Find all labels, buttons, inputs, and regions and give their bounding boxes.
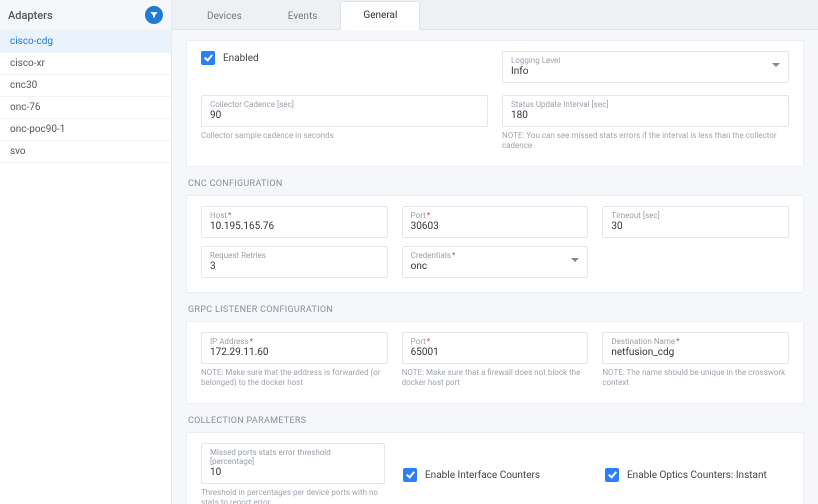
grpc-dest-note: NOTE: The name should be unique in the c… (602, 368, 789, 389)
grpc-row: IP Address 172.29.11.60 NOTE: Make sure … (201, 332, 789, 389)
enabled-row: Enabled Logging Level Info (201, 51, 789, 83)
cnc-timeout-label: Timeout [sec] (611, 211, 780, 220)
enabled-checkbox[interactable] (201, 51, 215, 65)
status-interval-label: Status Update Interval [sec] (511, 100, 780, 109)
tab-devices[interactable]: Devices (184, 2, 265, 30)
threshold-label: Missed ports stats error threshold [perc… (210, 448, 376, 466)
status-interval-field[interactable]: Status Update Interval [sec] 180 (502, 95, 789, 127)
cnc-card: Host 10.195.165.76 Port 30603 Timeout [s… (186, 195, 804, 293)
cb-optics-instant: Enable Optics Counters: Instant (605, 443, 789, 504)
collector-cadence-note: Collector sample cadence in seconds (201, 131, 488, 141)
grpc-ip-value: 172.29.11.60 (210, 347, 269, 358)
cnc-host-field[interactable]: Host 10.195.165.76 (201, 206, 388, 238)
collector-cadence-value: 90 (210, 110, 221, 121)
enabled-checkbox-row: Enabled (201, 51, 488, 65)
sidebar: Adapters cisco-cdg cisco-xr cnc30 onc-76… (0, 0, 172, 504)
cnc-port-label: Port (411, 211, 580, 220)
cnc-host-value: 10.195.165.76 (210, 221, 274, 232)
filter-button[interactable] (145, 6, 163, 24)
params-grid: Missed ports stats error threshold [perc… (201, 443, 789, 504)
grpc-port-label: Port (411, 337, 580, 346)
app-root: Adapters cisco-cdg cisco-xr cnc30 onc-76… (0, 0, 818, 504)
params-card: Missed ports stats error threshold [perc… (186, 432, 804, 504)
sidebar-item-cisco-xr[interactable]: cisco-xr (0, 53, 171, 75)
tab-events[interactable]: Events (265, 2, 341, 30)
cnc-retries-field[interactable]: Request Retries 3 (201, 246, 388, 278)
cnc-port-value: 30603 (411, 221, 439, 232)
grpc-port-value: 65001 (411, 347, 439, 358)
cnc-timeout-field[interactable]: Timeout [sec] 30 (602, 206, 789, 238)
general-pane[interactable]: Enabled Logging Level Info C (172, 30, 818, 504)
grpc-port-field[interactable]: Port 65001 (402, 332, 589, 364)
cnc-credentials-label: Credentials (411, 251, 580, 260)
threshold-note: Threshold in percentages per device port… (201, 488, 385, 504)
cb-optics-instant-label: Enable Optics Counters: Instant (627, 470, 767, 481)
sidebar-item-onc-76[interactable]: onc-76 (0, 97, 171, 119)
grpc-section-title: GRPC LISTENER CONFIGURATION (188, 305, 802, 315)
cnc-row-1: Host 10.195.165.76 Port 30603 Timeout [s… (201, 206, 789, 238)
sidebar-item-cnc30[interactable]: cnc30 (0, 75, 171, 97)
grpc-dest-value: netfusion_cdg (611, 347, 674, 358)
collector-cadence-field[interactable]: Collector Cadence [sec] 90 (201, 95, 488, 127)
cnc-section-title: CNC CONFIGURATION (188, 179, 802, 189)
logging-level-label: Logging Level (511, 56, 780, 65)
cnc-retries-value: 3 (210, 261, 216, 272)
cnc-credentials-value: onc (411, 261, 427, 272)
collector-cadence-label: Collector Cadence [sec] (210, 100, 479, 109)
cb-interface-counters-label: Enable Interface Counters (425, 470, 540, 481)
enabled-label: Enabled (223, 53, 259, 64)
sidebar-item-svo[interactable]: svo (0, 141, 171, 163)
filter-icon (149, 10, 159, 20)
tab-bar: Devices Events General (172, 0, 818, 30)
sidebar-item-onc-poc90-1[interactable]: onc-poc90-1 (0, 119, 171, 141)
cadence-row: Collector Cadence [sec] 90 Collector sam… (201, 95, 789, 152)
cnc-credentials-select[interactable]: Credentials onc (402, 246, 589, 278)
content-area: Devices Events General Enabled Logging (172, 0, 818, 504)
grpc-card: IP Address 172.29.11.60 NOTE: Make sure … (186, 321, 804, 404)
cnc-retries-label: Request Retries (210, 251, 379, 260)
cb-optics-instant-box[interactable] (605, 468, 619, 482)
logging-level-value: Info (511, 66, 528, 77)
status-interval-value: 180 (511, 110, 528, 121)
sidebar-item-cisco-cdg[interactable]: cisco-cdg (0, 31, 171, 53)
threshold-field[interactable]: Missed ports stats error threshold [perc… (201, 443, 385, 484)
params-section-title: COLLECTION PARAMETERS (188, 416, 802, 426)
chevron-down-icon (571, 258, 579, 266)
sidebar-title: Adapters (8, 9, 53, 22)
cb-interface-counters-box[interactable] (403, 468, 417, 482)
cb-interface-counters: Enable Interface Counters (403, 443, 587, 504)
grpc-ip-field[interactable]: IP Address 172.29.11.60 (201, 332, 388, 364)
threshold-value: 10 (210, 467, 221, 478)
chevron-down-icon (772, 63, 780, 71)
cnc-timeout-value: 30 (611, 221, 622, 232)
status-interval-note: NOTE: You can see missed stats errors if… (502, 131, 789, 152)
cnc-port-field[interactable]: Port 30603 (402, 206, 589, 238)
sidebar-list: cisco-cdg cisco-xr cnc30 onc-76 onc-poc9… (0, 31, 171, 163)
threshold-cell: Missed ports stats error threshold [perc… (201, 443, 385, 504)
cnc-row-2: Request Retries 3 Credentials onc (201, 246, 789, 278)
tab-general[interactable]: General (340, 1, 420, 30)
grpc-dest-field[interactable]: Destination Name netfusion_cdg (602, 332, 789, 364)
grpc-dest-label: Destination Name (611, 337, 780, 346)
grpc-ip-note: NOTE: Make sure that the address is forw… (201, 368, 388, 389)
grpc-port-note: NOTE: Make sure that a firewall does not… (402, 368, 589, 389)
cnc-host-label: Host (210, 211, 379, 220)
grpc-ip-label: IP Address (210, 337, 379, 346)
logging-level-select[interactable]: Logging Level Info (502, 51, 789, 83)
general-card: Enabled Logging Level Info C (186, 40, 804, 167)
sidebar-header: Adapters (0, 0, 171, 31)
